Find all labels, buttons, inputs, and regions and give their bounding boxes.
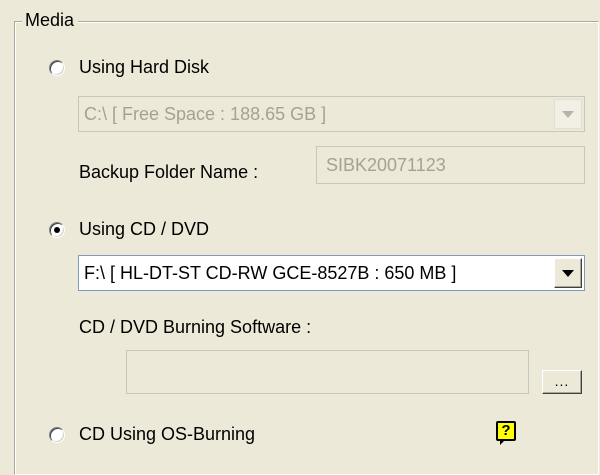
hard-disk-drive-select[interactable]: C:\ [ Free Space : 188.65 GB ] [78, 96, 585, 132]
burning-software-input[interactable] [126, 350, 529, 394]
backup-folder-input[interactable]: SIBK20071123 [316, 146, 585, 184]
os-burning-radio-label[interactable]: CD Using OS-Burning [79, 423, 255, 445]
chevron-down-icon [562, 111, 574, 118]
backup-folder-label: Backup Folder Name : [79, 162, 259, 182]
chevron-down-icon [562, 270, 574, 277]
cd-dvd-drive-value: F:\ [ HL-DT-ST CD-RW GCE-8527B : 650 MB … [84, 263, 457, 283]
os-burning-radio[interactable] [49, 427, 65, 443]
hard-disk-drive-value: C:\ [ Free Space : 188.65 GB ] [84, 104, 327, 124]
burning-software-label: CD / DVD Burning Software : [79, 317, 312, 337]
media-group-title: Media [22, 9, 79, 31]
hard-disk-drive-dropdown-button[interactable] [554, 99, 582, 129]
radio-selected-dot [54, 227, 60, 233]
browse-button[interactable]: ... [542, 370, 582, 394]
cd-dvd-drive-select[interactable]: F:\ [ HL-DT-ST CD-RW GCE-8527B : 650 MB … [78, 255, 585, 291]
cd-dvd-radio[interactable] [49, 222, 65, 238]
backup-folder-value: SIBK20071123 [326, 155, 446, 175]
media-groupbox [14, 21, 599, 475]
hard-disk-radio[interactable] [49, 60, 65, 76]
cd-dvd-drive-dropdown-button[interactable] [554, 258, 582, 288]
hard-disk-radio-label[interactable]: Using Hard Disk [79, 56, 209, 78]
cd-dvd-radio-label[interactable]: Using CD / DVD [79, 218, 209, 240]
help-icon[interactable]: ? [496, 421, 516, 445]
